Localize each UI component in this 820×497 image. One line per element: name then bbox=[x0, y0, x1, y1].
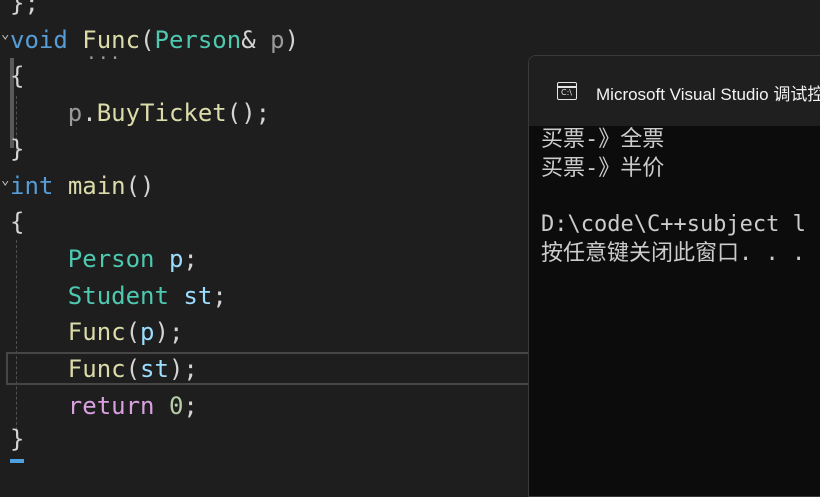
semicolon: ; bbox=[183, 245, 198, 273]
fold-chevron-icon[interactable]: ⌄ bbox=[1, 172, 9, 188]
keyword: int bbox=[10, 172, 54, 200]
type-name: Student bbox=[67, 282, 169, 310]
console-output-line: 买票-》全票 bbox=[541, 127, 665, 152]
semicolon: ; bbox=[212, 282, 227, 310]
paren: ( bbox=[125, 318, 141, 346]
console-output-line: 按任意键关闭此窗口. . . bbox=[541, 241, 806, 266]
console-icon-text: C:\ bbox=[561, 88, 572, 97]
paren: ); bbox=[154, 318, 184, 346]
text-caret bbox=[10, 459, 24, 463]
type-name: Person bbox=[154, 26, 242, 54]
console-output-line: D:\code\C++subject l bbox=[541, 212, 806, 237]
opening-brace: { bbox=[10, 62, 25, 90]
code-line[interactable]: void Func(Person& p) bbox=[10, 22, 299, 58]
code-line[interactable]: Func(p); bbox=[10, 314, 184, 350]
code-line[interactable]: }; bbox=[10, 0, 39, 21]
code-line[interactable]: { bbox=[10, 204, 24, 240]
code-line[interactable]: Person p; bbox=[10, 241, 198, 277]
fold-chevron-icon[interactable]: ⌄ bbox=[1, 26, 9, 42]
keyword: void bbox=[10, 26, 68, 54]
ampersand: & bbox=[241, 26, 256, 54]
function-name: Func bbox=[67, 318, 126, 346]
console-titlebar[interactable]: C:\ Microsoft Visual Studio 调试控制台 bbox=[529, 56, 820, 126]
code-line[interactable]: Student st; bbox=[10, 278, 227, 314]
keyword: return bbox=[67, 392, 155, 420]
console-window-icon: C:\ bbox=[557, 82, 577, 100]
console-output-line: 买票-》半价 bbox=[541, 156, 665, 181]
parens: () bbox=[125, 172, 155, 200]
code-line[interactable]: return 0; bbox=[10, 388, 198, 424]
debug-console-window[interactable]: C:\ Microsoft Visual Studio 调试控制台 买票-》全票… bbox=[528, 55, 820, 497]
variable: st bbox=[183, 282, 213, 310]
code-line[interactable]: } bbox=[10, 421, 24, 457]
variable: st bbox=[140, 355, 169, 383]
parameter: p bbox=[270, 26, 285, 54]
variable: p bbox=[140, 318, 155, 346]
code-line[interactable]: { bbox=[10, 58, 24, 94]
closing-brace: }; bbox=[10, 0, 39, 17]
call-parens: (); bbox=[226, 99, 271, 127]
code-line[interactable]: } bbox=[10, 131, 24, 167]
method-name: BuyTicket bbox=[96, 99, 227, 127]
code-line[interactable]: int main() bbox=[10, 168, 155, 204]
function-name: Func bbox=[67, 355, 126, 383]
dot: . bbox=[82, 99, 97, 127]
parameter: p bbox=[67, 99, 83, 127]
paren: ( bbox=[140, 26, 155, 54]
window-title: Microsoft Visual Studio 调试控制台 bbox=[596, 85, 820, 104]
variable: p bbox=[168, 245, 184, 273]
quick-action-dots[interactable]: ··· bbox=[86, 48, 122, 69]
paren: ( bbox=[125, 355, 141, 383]
closing-brace: } bbox=[10, 425, 25, 453]
semicolon: ; bbox=[183, 392, 198, 420]
code-line[interactable]: p.BuyTicket(); bbox=[10, 95, 270, 131]
paren: ) bbox=[284, 26, 300, 54]
type-name: Person bbox=[67, 245, 155, 273]
closing-brace: } bbox=[10, 135, 25, 163]
code-line[interactable]: Func(st); bbox=[10, 351, 198, 387]
paren: ); bbox=[168, 355, 198, 383]
function-name: main bbox=[67, 172, 126, 200]
opening-brace: { bbox=[10, 208, 25, 236]
number-literal: 0 bbox=[168, 392, 184, 420]
